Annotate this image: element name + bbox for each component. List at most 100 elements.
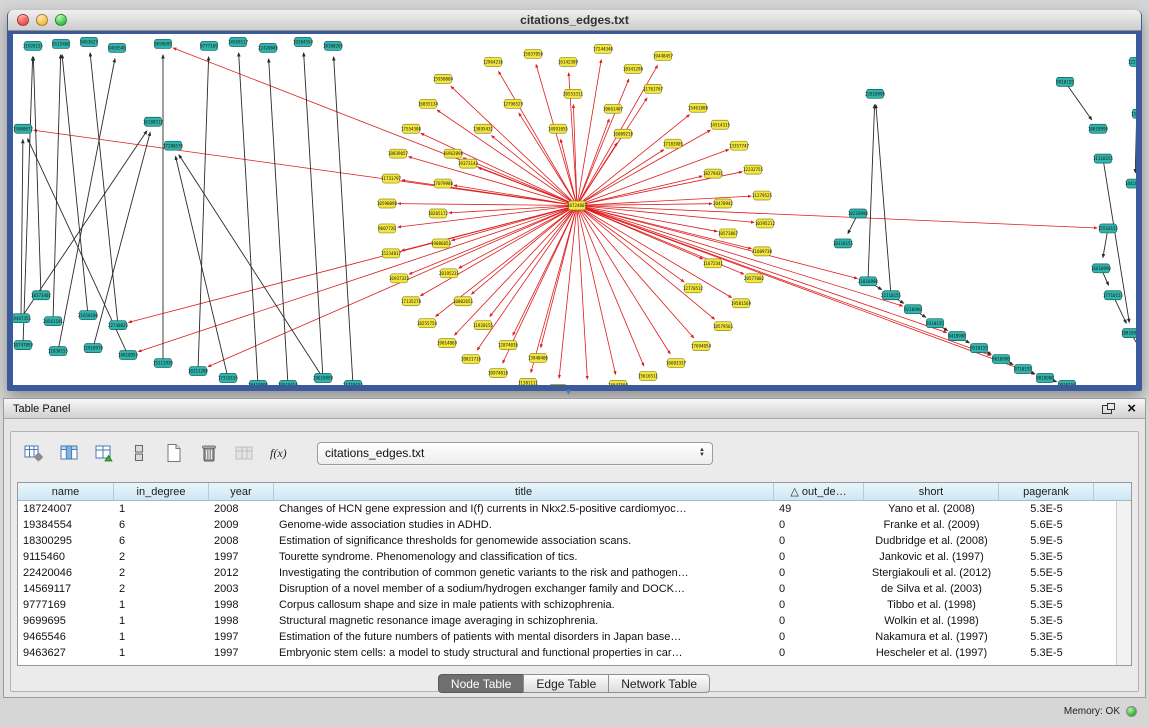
graph-node[interactable]: 18579561	[713, 322, 734, 331]
graph-node[interactable]: 19448457	[653, 51, 674, 60]
function-icon[interactable]: f(x)	[266, 440, 292, 466]
graph-node[interactable]: 9607726	[378, 224, 396, 233]
graph-node[interactable]: 18255754	[417, 319, 438, 328]
select-columns-icon[interactable]	[56, 440, 82, 466]
table-row[interactable]: 946362711997Embryonic stem cells: a mode…	[18, 645, 1131, 661]
graph-node[interactable]: 20610990	[313, 374, 334, 383]
graph-node[interactable]: 14569117	[228, 37, 249, 46]
graph-node[interactable]: 18279435	[703, 169, 724, 178]
graph-node[interactable]: 12232755	[743, 165, 764, 174]
graph-node[interactable]: 13357747	[729, 141, 750, 150]
tab-edge-table[interactable]: Edge Table	[523, 674, 609, 693]
graph-node[interactable]: 9463627	[80, 37, 98, 46]
panel-splitter-handle[interactable]: ▾	[566, 388, 571, 398]
graph-node[interactable]: 17710155	[1103, 291, 1124, 300]
graph-node[interactable]: 15037050	[523, 49, 544, 58]
graph-node[interactable]: 17280570	[163, 141, 184, 150]
edit-table-icon[interactable]	[91, 440, 117, 466]
graph-node[interactable]: 17135278	[401, 297, 422, 306]
graph-node[interactable]: 12874036	[498, 341, 519, 350]
graph-node[interactable]: 9510155	[970, 344, 988, 353]
close-panel-icon[interactable]: ×	[1127, 403, 1136, 415]
graph-node[interactable]: 21710155	[343, 381, 364, 385]
network-canvas-svg[interactable]: 1872400712964216159500041605513417554300…	[13, 34, 1136, 385]
graph-node[interactable]: 14514315	[710, 120, 731, 129]
graph-node[interactable]: 20021716	[461, 355, 482, 364]
graph-node[interactable]: 19373143	[458, 159, 479, 168]
vertical-scrollbar[interactable]	[1116, 501, 1131, 665]
column-header-out_degree[interactable]: △ out_de…	[774, 483, 864, 500]
graph-node[interactable]: 15234817	[381, 249, 402, 258]
graph-node[interactable]: 12770512	[683, 284, 704, 293]
graph-node[interactable]: 17244340	[593, 44, 614, 53]
graph-node[interactable]: 11381111	[518, 379, 539, 385]
graph-node[interactable]: 14643560	[608, 381, 629, 385]
graph-node[interactable]: 9699695	[154, 39, 172, 48]
graph-node[interactable]: 12796529	[503, 99, 524, 108]
column-header-year[interactable]: year	[209, 483, 274, 500]
minimize-window-button[interactable]	[36, 14, 48, 26]
graph-node[interactable]: 15060672	[13, 124, 34, 133]
graph-node[interactable]: 15111920	[153, 359, 174, 368]
graph-node[interactable]: 22110155	[881, 291, 902, 300]
graph-node[interactable]: 16188512	[143, 117, 164, 126]
table-row[interactable]: 1938455462009Genome-wide association stu…	[18, 517, 1131, 533]
graph-node[interactable]: 18341290	[623, 64, 644, 73]
graph-node[interactable]: 20470942	[713, 199, 734, 208]
graph-node[interactable]: 15616511	[638, 372, 659, 381]
float-panel-icon[interactable]	[1102, 403, 1115, 414]
graph-node[interactable]: 21609730	[752, 247, 773, 256]
delete-trash-icon[interactable]	[196, 440, 222, 466]
graph-node[interactable]: 14991055	[548, 124, 569, 133]
graph-node[interactable]: 18810990	[1121, 329, 1136, 338]
zoom-window-button[interactable]	[55, 14, 67, 26]
import-table-icon[interactable]	[231, 440, 257, 466]
graph-node[interactable]: 9710155	[1014, 365, 1032, 374]
column-header-short[interactable]: short	[864, 483, 999, 500]
graph-node[interactable]: 10802651	[453, 297, 474, 306]
graph-node[interactable]: 10010990	[1088, 124, 1109, 133]
table-row[interactable]: 911546021997Tourette syndrome. Phenomeno…	[18, 549, 1131, 565]
graph-node[interactable]: 16962096	[443, 149, 464, 158]
graph-node[interactable]: 10661407	[603, 104, 624, 113]
table-row[interactable]: 969969511998Structural magnetic resonanc…	[18, 613, 1131, 629]
new-document-icon[interactable]	[161, 440, 187, 466]
table-row[interactable]: 1872400712008Changes of HCN gene express…	[18, 501, 1131, 517]
tab-node-table[interactable]: Node Table	[438, 674, 525, 693]
graph-node[interactable]: 13310155	[1131, 109, 1136, 118]
graph-node[interactable]: 19086053	[431, 239, 452, 248]
graph-node[interactable]: 16603337	[666, 359, 687, 368]
graph-node[interactable]: 17694054	[691, 342, 712, 351]
graph-node[interactable]: 13895432	[473, 124, 494, 133]
graph-node[interactable]: 10590090	[377, 199, 398, 208]
graph-node[interactable]: 18724007	[567, 201, 588, 210]
rows-icon[interactable]	[126, 440, 152, 466]
table-row[interactable]: 1830029562008Estimation of significance …	[18, 533, 1131, 549]
graph-node[interactable]: 10747899	[13, 341, 34, 350]
window-titlebar[interactable]: citations_edges.txt	[8, 10, 1141, 31]
column-header-in_degree[interactable]: in_degree	[114, 483, 209, 500]
graph-node[interactable]: 9115460	[52, 39, 70, 48]
column-header-name[interactable]: name	[18, 483, 114, 500]
graph-node[interactable]: 17079980	[433, 179, 454, 188]
graph-node[interactable]: 21010990	[858, 277, 879, 286]
graph-node[interactable]: 17183905	[663, 139, 684, 148]
graph-node[interactable]: 16937322	[389, 274, 410, 283]
graph-node[interactable]: 19384554	[293, 37, 314, 46]
table-row[interactable]: 1456911722003Disruption of a novel membe…	[18, 581, 1131, 597]
graph-node[interactable]: 19014869	[437, 339, 458, 348]
graph-node[interactable]: 18373402	[31, 291, 52, 300]
graph-node[interactable]: 13940400	[528, 354, 549, 363]
table-selector-combobox[interactable]: citations_edges.txt ▲▼	[317, 442, 713, 465]
graph-node[interactable]: 16055134	[418, 99, 439, 108]
graph-node[interactable]: 18839057	[388, 149, 409, 158]
graph-node[interactable]: 12210990	[1128, 57, 1136, 66]
graph-node[interactable]: 11672341	[703, 259, 724, 268]
graph-node[interactable]: 14010955	[118, 351, 139, 360]
graph-node[interactable]: 16089218	[613, 129, 634, 138]
graph-node[interactable]: 21650100	[78, 311, 99, 320]
graph-node[interactable]: 10395212	[755, 219, 776, 228]
graph-node[interactable]: 19467351	[13, 314, 32, 323]
graph-node[interactable]: 9910155	[1056, 77, 1074, 86]
graph-node[interactable]: 18410990	[248, 381, 269, 385]
